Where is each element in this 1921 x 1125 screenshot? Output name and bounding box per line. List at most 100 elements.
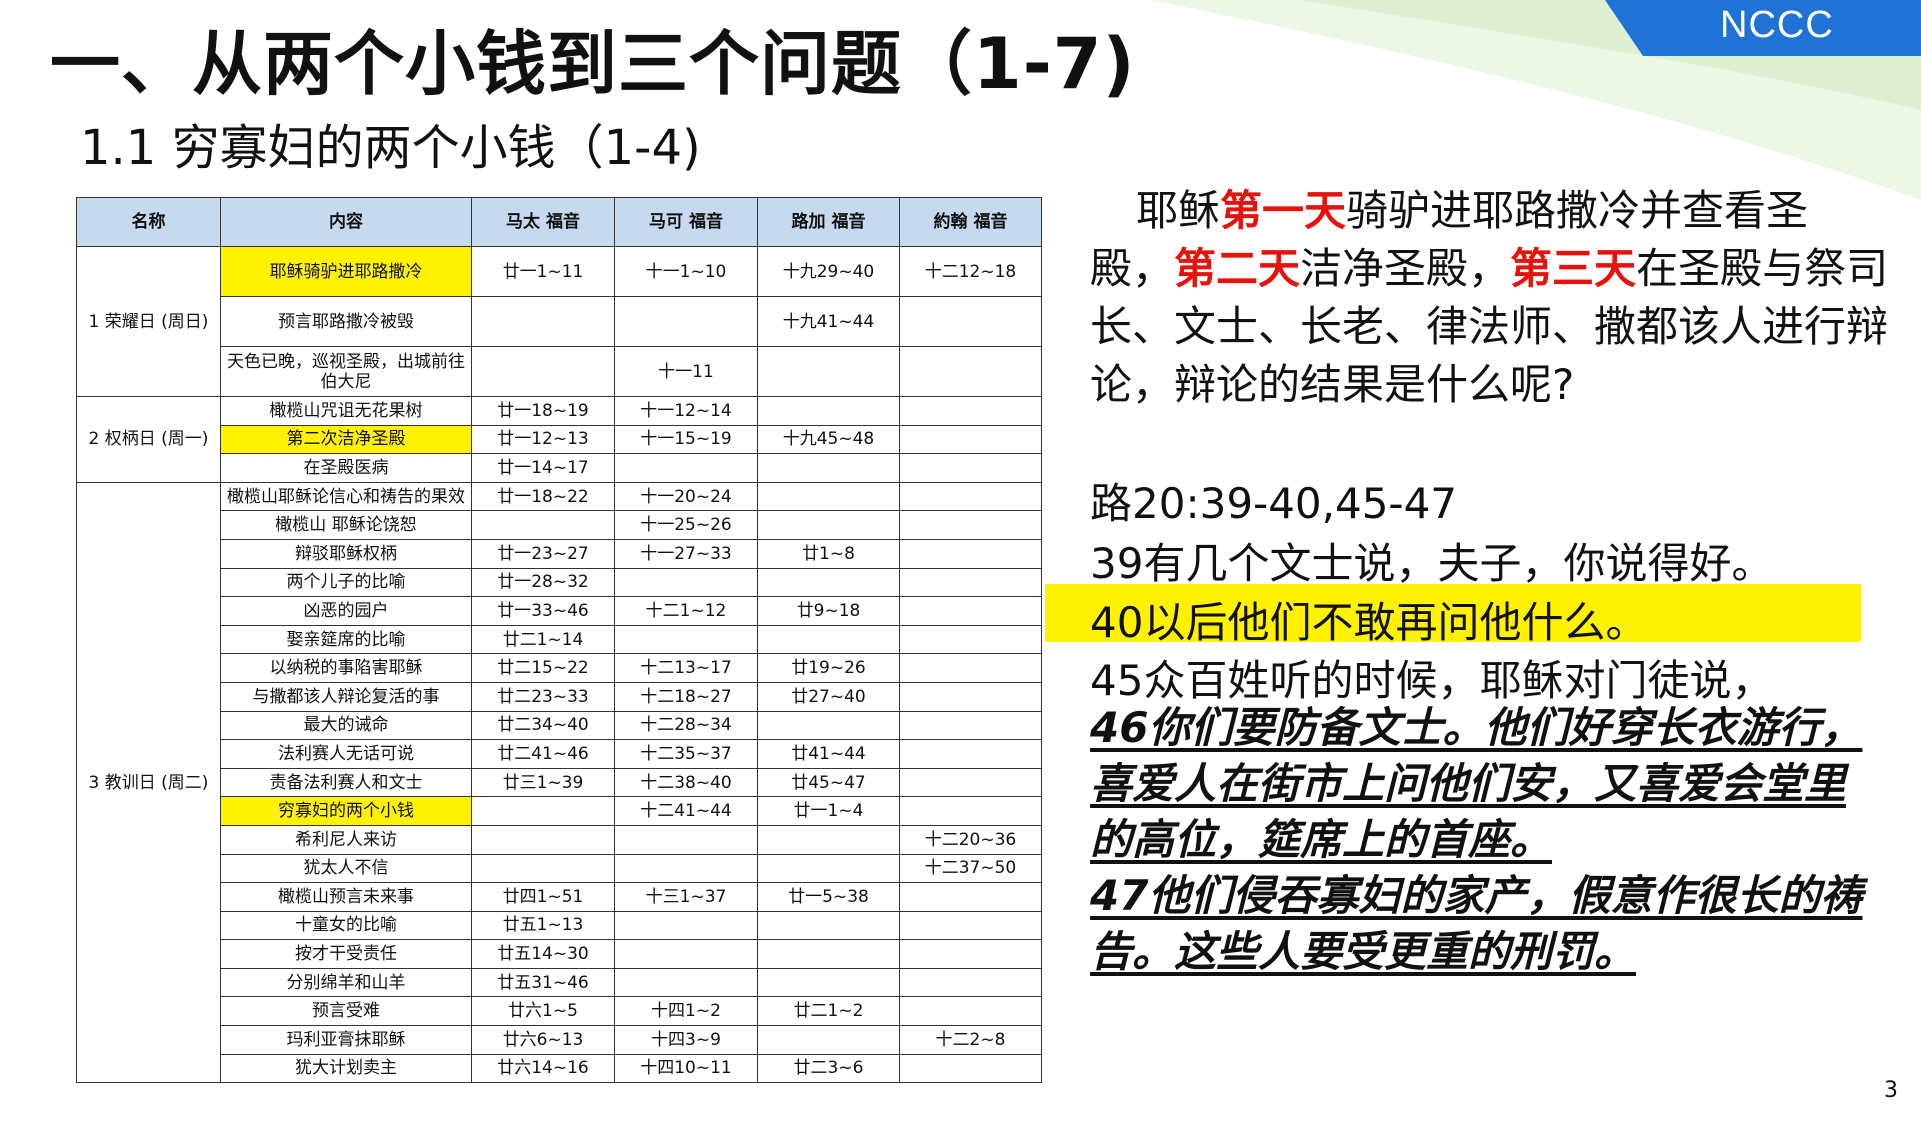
header-mark: 马可 福音: [614, 197, 758, 247]
matthew-cell: [471, 824, 615, 855]
table-row: 2 权柄日 (周一) 橄榄山咒诅无花果树 廿一18~19 十一12~14: [76, 396, 1042, 483]
john-cell: [899, 538, 1042, 569]
content-cell: 法利赛人无话可说: [220, 739, 472, 769]
content-cell: 十童女的比喻: [220, 910, 472, 941]
mark-cell: 十一12~14: [614, 396, 758, 426]
john-cell: [899, 996, 1042, 1027]
luke-cell: 廿19~26: [757, 653, 900, 683]
luke-cell: [757, 510, 900, 540]
matthew-cell: 廿六14~16: [471, 1053, 615, 1084]
john-cell: 十二2~8: [899, 1025, 1042, 1055]
luke-cell: 十九41~44: [757, 296, 900, 347]
content-cell: 橄榄山预言未来事: [220, 882, 472, 912]
header-name: 名称: [76, 197, 221, 247]
luke-cell: [757, 481, 900, 512]
mark-cell: 十四3~9: [614, 1025, 758, 1055]
nccc-badge: NCCC: [1720, 4, 1834, 46]
john-cell: [899, 739, 1042, 769]
content-cell: 穷寡妇的两个小钱: [220, 796, 472, 826]
john-cell: 十二37~50: [899, 853, 1042, 884]
header-john: 約翰 福音: [899, 197, 1042, 247]
mark-cell: 十一15~19: [614, 424, 758, 455]
mark-cell: 十一25~26: [614, 510, 758, 540]
matthew-cell: 廿六6~13: [471, 1025, 615, 1055]
mark-cell: 十一11: [614, 346, 758, 397]
content-cell: 玛利亚膏抹耶稣: [220, 1025, 472, 1055]
content-cell: 天色已晚，巡视圣殿，出城前往伯大尼: [220, 346, 472, 397]
table-row: 娶亲筵席的比喻 廿二1~14: [77, 624, 1042, 655]
table-row: 按才干受责任 廿五14~30: [77, 939, 1042, 969]
mark-cell: [614, 853, 758, 884]
scripture-reference: 路20:39-40,45-47: [1090, 479, 1458, 528]
table-row: 希利尼人来访 十二20~36: [77, 824, 1042, 855]
table-header-row: 名称 内容 马太 福音 马可 福音 路加 福音 約翰 福音: [76, 197, 1042, 247]
mark-cell: [614, 967, 758, 998]
verse-40: 40以后他们不敢再问他什么。: [1090, 598, 1648, 647]
content-cell: 预言耶路撒冷被毁: [220, 296, 472, 347]
mark-cell: 十二1~12: [614, 596, 758, 626]
matthew-cell: 廿一28~32: [471, 567, 615, 598]
content-cell: 预言受难: [220, 996, 472, 1027]
matthew-cell: 廿二41~46: [471, 739, 615, 769]
mark-cell: 十二18~27: [614, 681, 758, 712]
luke-cell: [757, 396, 900, 426]
table-row: 橄榄山 耶稣论饶恕 十一25~26: [77, 510, 1042, 540]
matthew-cell: 廿一14~17: [471, 453, 615, 483]
page-subtitle: 1.1 穷寡妇的两个小钱（1-4): [80, 120, 701, 176]
content-cell: 分别绵羊和山羊: [220, 967, 472, 998]
luke-cell: 廿一1~4: [757, 796, 900, 826]
luke-cell: [757, 567, 900, 598]
passion-week-table: 名称 内容 马太 福音 马可 福音 路加 福音 約翰 福音 1 荣耀日 (周日)…: [76, 197, 1042, 1084]
john-cell: [899, 567, 1042, 598]
table-row: 预言受难 廿六1~5 十四1~2 廿二1~2: [77, 996, 1042, 1027]
day-label: 3 教训日 (周二): [76, 481, 221, 1084]
matthew-cell: 廿六1~5: [471, 996, 615, 1027]
table-row: 责备法利赛人和文士 廿三1~39 十二38~40 廿45~47: [77, 767, 1042, 798]
matthew-cell: 廿一18~19: [471, 396, 615, 426]
mark-cell: 十三1~37: [614, 882, 758, 912]
verse-46-47-block: 46你们要防备文士。他们好穿长衣游行，喜爱人在街市上问他们安，又喜爱会堂里的高位…: [1090, 700, 1870, 980]
mark-cell: [614, 910, 758, 941]
mark-cell: 十二35~37: [614, 739, 758, 769]
table-row: 橄榄山预言未来事 廿四1~51 十三1~37 廿一5~38: [77, 882, 1042, 912]
matthew-cell: [471, 346, 615, 397]
content-cell: 第二次洁净圣殿: [220, 424, 472, 455]
john-cell: [899, 481, 1042, 512]
page-title: 一、从两个小钱到三个问题（1-7): [50, 23, 1136, 105]
matthew-cell: 廿三1~39: [471, 767, 615, 798]
matthew-cell: 廿二15~22: [471, 653, 615, 683]
john-cell: [899, 767, 1042, 798]
content-cell: 橄榄山耶稣论信心和祷告的果效: [220, 481, 472, 512]
second-day-emphasis: 第二天: [1174, 244, 1301, 293]
luke-cell: [757, 853, 900, 884]
mark-cell: [614, 824, 758, 855]
intro-text-3: 洁净圣殿，: [1300, 244, 1511, 293]
john-cell: [899, 939, 1042, 969]
header-content: 内容: [220, 197, 472, 247]
luke-cell: 廿9~18: [757, 596, 900, 626]
luke-cell: 廿一5~38: [757, 882, 900, 912]
mark-cell: [614, 624, 758, 655]
third-day-emphasis: 第三天: [1510, 244, 1637, 293]
mark-cell: 十二38~40: [614, 767, 758, 798]
content-cell: 凶恶的园户: [220, 596, 472, 626]
luke-cell: 十九29~40: [757, 246, 900, 297]
luke-cell: 廿二3~6: [757, 1053, 900, 1084]
content-cell: 最大的诫命: [220, 710, 472, 741]
content-cell: 按才干受责任: [220, 939, 472, 969]
table-row: 天色已晚，巡视圣殿，出城前往伯大尼 十一11: [77, 346, 1042, 397]
matthew-cell: 廿二1~14: [471, 624, 615, 655]
john-cell: 十二20~36: [899, 824, 1042, 855]
matthew-cell: 廿五14~30: [471, 939, 615, 969]
matthew-cell: 廿二23~33: [471, 681, 615, 712]
luke-cell: 廿二1~2: [757, 996, 900, 1027]
table-row: 法利赛人无话可说 廿二41~46 十二35~37 廿41~44: [77, 739, 1042, 769]
matthew-cell: [471, 510, 615, 540]
header-matthew: 马太 福音: [471, 197, 615, 247]
table-row: 穷寡妇的两个小钱 十二41~44 廿一1~4: [77, 796, 1042, 826]
mark-cell: [614, 296, 758, 347]
matthew-cell: 廿二34~40: [471, 710, 615, 741]
matthew-cell: 廿五1~13: [471, 910, 615, 941]
intro-text-1: 耶稣: [1136, 186, 1221, 235]
john-cell: [899, 1053, 1042, 1084]
